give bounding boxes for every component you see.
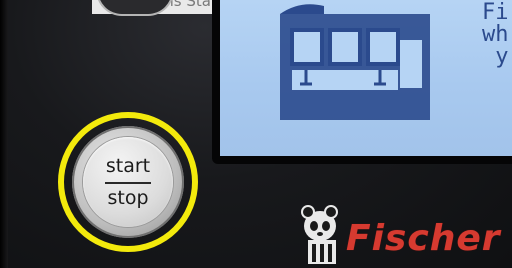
brand-name: Fischer (346, 218, 501, 259)
lcd-display: Fi wh y (220, 0, 512, 156)
coffee-machine-icon (280, 4, 430, 120)
panel-edge (0, 0, 8, 268)
lcd-text-line: y (482, 44, 509, 69)
lcd-text-area: Fi wh y (482, 2, 509, 68)
highlight-ring (58, 112, 198, 252)
lcd-text-line: Fi (482, 0, 509, 25)
lcd-text-line: wh (482, 22, 509, 47)
panda-logo-icon (301, 205, 338, 264)
